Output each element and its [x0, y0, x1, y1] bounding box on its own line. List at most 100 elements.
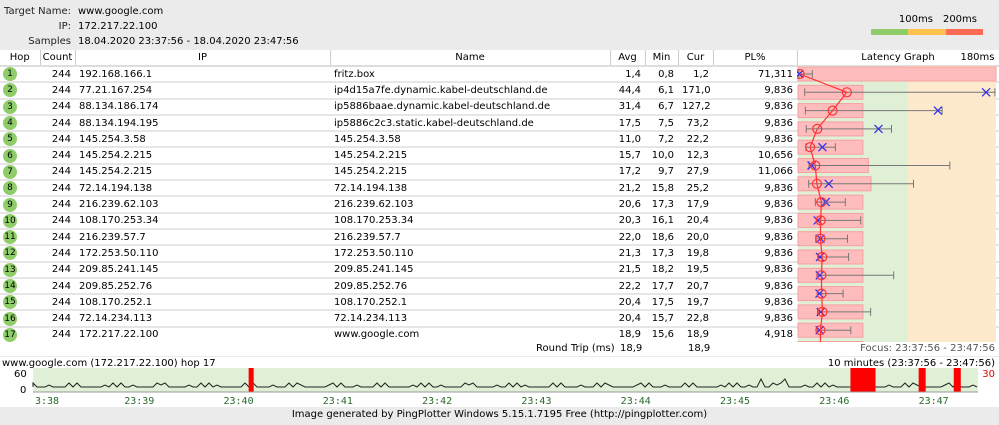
time-tick: 3:38 — [35, 396, 59, 407]
min-cell: 17,3 — [645, 245, 678, 263]
hop-cell: 11 — [0, 228, 40, 247]
latency-legend: 100ms 200ms — [871, 14, 983, 35]
hop-cell: 13 — [0, 261, 40, 279]
pl-cell: 9,836 — [713, 180, 797, 198]
cur-cell: 73,2 — [678, 114, 713, 133]
avg-cell: 17,5 — [610, 114, 645, 133]
min-cell: 17,5 — [645, 294, 678, 312]
zone-warn — [908, 66, 996, 355]
min-cell: 6,1 — [645, 82, 678, 100]
avg-cell: 11,0 — [610, 131, 645, 149]
cur-cell: 18,9 — [678, 326, 713, 345]
min-cell: 7,2 — [645, 131, 678, 149]
ip-cell: 88.134.194.195 — [75, 114, 330, 133]
pl-cell: 9,836 — [713, 212, 797, 230]
pl-cell: 10,656 — [713, 147, 797, 165]
ip-cell: 72.14.194.138 — [75, 180, 330, 198]
min-cell: 0,8 — [645, 66, 678, 84]
cur-cell: 19,7 — [678, 294, 713, 312]
ip-cell: 216.239.62.103 — [75, 196, 330, 214]
min-cell: 15,7 — [645, 310, 678, 328]
avg-cell: 20,6 — [610, 196, 645, 214]
name-cell: ip4d15a7fe.dynamic.kabel-deutschland.de — [330, 82, 610, 100]
ip-cell: 172.253.50.110 — [75, 245, 330, 263]
time-tick: 23:46 — [819, 396, 849, 407]
hop-cell: 9 — [0, 196, 40, 214]
col-avg[interactable]: Avg — [610, 50, 646, 67]
name-cell: 108.170.252.1 — [330, 294, 610, 312]
pl-cell: 9,836 — [713, 277, 797, 296]
count-cell: 244 — [40, 180, 75, 198]
cur-cell: 171,0 — [678, 82, 713, 100]
hop-cell: 16 — [0, 310, 40, 328]
timeline-chart: 3:38 23:39 23:40 23:41 23:42 23:43 23:44 23:45 2… — [32, 368, 978, 407]
min-cell: 18,6 — [645, 228, 678, 247]
cur-cell: 20,4 — [678, 212, 713, 230]
hop-badge: 17 — [3, 327, 17, 342]
col-min[interactable]: Min — [645, 50, 679, 67]
col-ip[interactable]: IP — [75, 50, 331, 67]
hop-badge: 15 — [3, 295, 17, 309]
cur-cell: 25,2 — [678, 180, 713, 198]
name-cell: 72.14.234.113 — [330, 310, 610, 328]
cur-cell: 20,0 — [678, 228, 713, 247]
avg-cell: 1,4 — [610, 66, 645, 84]
pl-cell: 9,836 — [713, 245, 797, 263]
min-cell: 10,0 — [645, 147, 678, 165]
ip-cell: 145.254.2.215 — [75, 163, 330, 182]
hop-cell: 1 — [0, 66, 40, 84]
packet-loss-marker — [850, 368, 876, 392]
ip-cell: 145.254.3.58 — [75, 131, 330, 149]
avg-cell: 20,4 — [610, 310, 645, 328]
count-cell: 244 — [40, 147, 75, 165]
name-cell: ip5886c2c3.static.kabel-deutschland.de — [330, 114, 610, 133]
packet-loss-marker — [953, 368, 961, 392]
hop-badge: 1 — [3, 67, 17, 81]
count-cell: 244 — [40, 326, 75, 345]
pl-cell: 9,836 — [713, 114, 797, 133]
hop-cell: 17 — [0, 326, 40, 345]
cur-cell: 22,8 — [678, 310, 713, 328]
ip-cell: 72.14.234.113 — [75, 310, 330, 328]
col-cur[interactable]: Cur — [678, 50, 714, 67]
focus-range: Focus: 23:37:56 - 23:47:56 — [860, 343, 995, 354]
time-tick: 23:42 — [422, 396, 452, 407]
name-cell: 216.239.62.103 — [330, 196, 610, 214]
cur-cell: 17,9 — [678, 196, 713, 214]
count-cell: 244 — [40, 228, 75, 247]
packet-loss-marker — [248, 368, 254, 392]
name-cell: 172.253.50.110 — [330, 245, 610, 263]
avg-cell: 17,2 — [610, 163, 645, 182]
cur-cell: 127,2 — [678, 98, 713, 116]
hop-badge: 5 — [3, 132, 17, 146]
name-cell: fritz.box — [330, 66, 610, 84]
hop-badge: 10 — [3, 213, 17, 227]
name-cell: 145.254.3.58 — [330, 131, 610, 149]
col-count[interactable]: Count — [40, 50, 76, 67]
cur-cell: 22,2 — [678, 131, 713, 149]
timeline-panel[interactable]: www.google.com (172.217.22.100) hop 17 1… — [0, 357, 999, 407]
time-tick: 23:47 — [919, 396, 949, 407]
count-cell: 244 — [40, 277, 75, 296]
hop-cell: 5 — [0, 131, 40, 149]
time-tick: 23:44 — [621, 396, 651, 407]
count-cell: 244 — [40, 245, 75, 263]
hop-badge: 13 — [3, 262, 17, 276]
ip-cell: 192.168.166.1 — [75, 66, 330, 84]
col-latency-graph[interactable]: Latency Graph 180ms — [797, 50, 999, 67]
col-pl[interactable]: PL% — [713, 50, 798, 67]
pl-cell: 71,311 — [713, 66, 797, 84]
hop-cell: 14 — [0, 277, 40, 296]
round-trip-cur: 18,9 — [688, 343, 711, 354]
avg-cell: 18,9 — [610, 326, 645, 345]
count-cell: 244 — [40, 98, 75, 116]
count-cell: 244 — [40, 66, 75, 84]
legend-200ms: 200ms — [942, 14, 977, 25]
name-cell: 209.85.252.76 — [330, 277, 610, 296]
col-hop[interactable]: Hop — [0, 50, 41, 67]
name-cell: 72.14.194.138 — [330, 180, 610, 198]
col-name[interactable]: Name — [330, 50, 611, 67]
avg-cell: 22,0 — [610, 228, 645, 247]
hop-badge: 2 — [3, 83, 17, 97]
ip-cell: 108.170.253.34 — [75, 212, 330, 230]
